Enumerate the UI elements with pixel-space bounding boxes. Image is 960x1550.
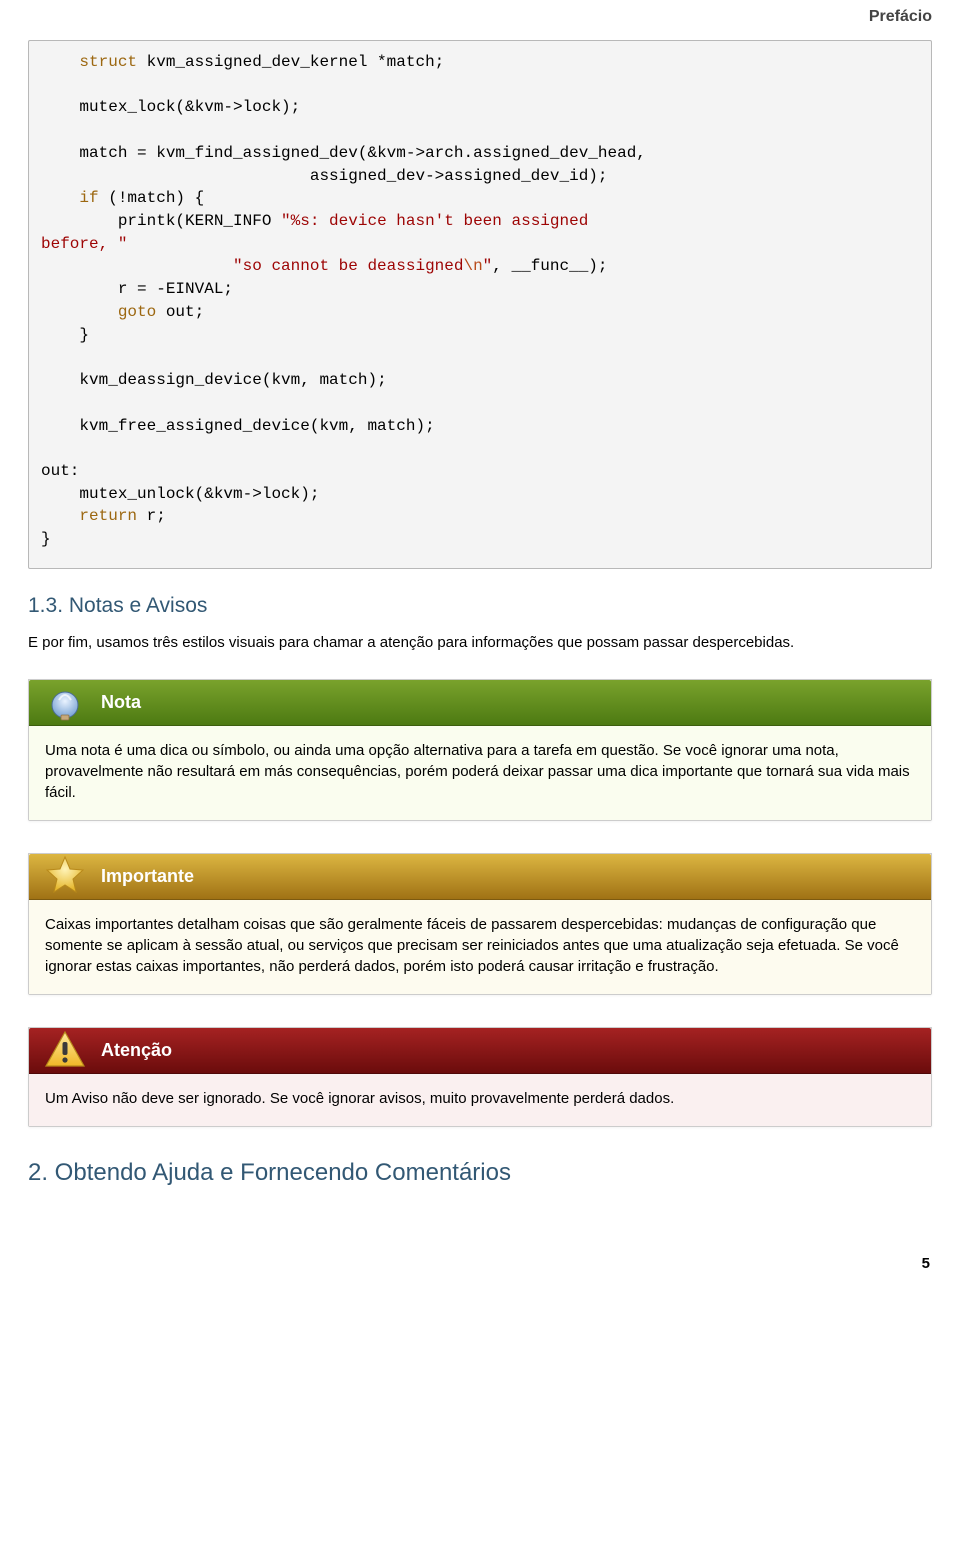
admonition-important-header: Importante: [29, 854, 931, 900]
admonition-important-title: Importante: [101, 866, 194, 887]
admonition-warning-body: Um Aviso não deve ser ignorado. Se você …: [29, 1074, 931, 1126]
admonition-note: Nota Uma nota é uma dica ou símbolo, ou …: [28, 679, 932, 821]
code-block: struct kvm_assigned_dev_kernel *match; m…: [28, 40, 932, 569]
note-icon: [29, 682, 101, 722]
heading-1-3: 1.3. Notas e Avisos: [28, 594, 932, 618]
admonition-note-body: Uma nota é uma dica ou símbolo, ou ainda…: [29, 726, 931, 820]
admonition-warning: Atenção Um Aviso não deve ser ignorado. …: [28, 1027, 932, 1127]
admonition-warning-title: Atenção: [101, 1040, 172, 1061]
warning-icon: [29, 1028, 101, 1072]
admonition-note-header: Nota: [29, 680, 931, 726]
important-icon: [29, 854, 101, 898]
admonition-note-title: Nota: [101, 692, 141, 713]
admonition-important-body: Caixas importantes detalham coisas que s…: [29, 900, 931, 994]
admonition-warning-header: Atenção: [29, 1028, 931, 1074]
breadcrumb: Prefácio: [0, 0, 960, 40]
page-number: 5: [0, 1235, 960, 1272]
admonition-important: Importante Caixas importantes detalham c…: [28, 853, 932, 995]
heading-2: 2. Obtendo Ajuda e Fornecendo Comentário…: [28, 1159, 932, 1187]
paragraph-intro-1-3: E por fim, usamos três estilos visuais p…: [28, 632, 932, 653]
